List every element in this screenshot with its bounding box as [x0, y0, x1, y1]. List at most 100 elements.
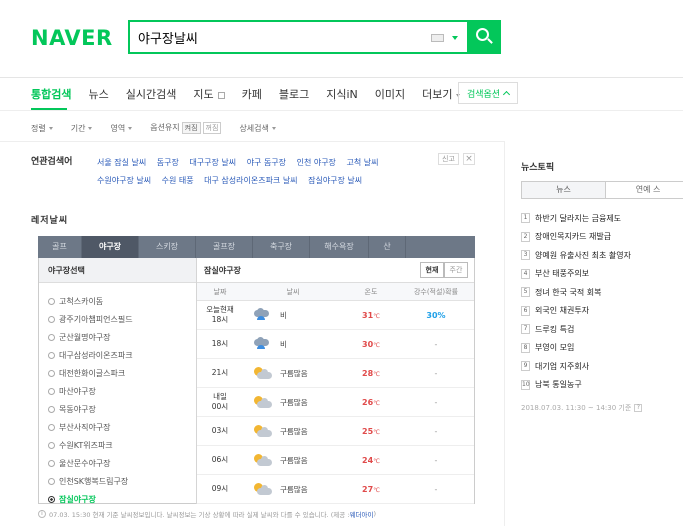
autocomplete-toggle-icon[interactable]	[452, 36, 458, 40]
stadium-option[interactable]: 대전한화이글스파크	[39, 364, 196, 382]
related-keyword[interactable]: 수원 태풍	[162, 176, 194, 185]
rank-number: 8	[521, 342, 530, 353]
forecast-temp: 31℃	[362, 310, 380, 320]
stadium-option[interactable]: 대구삼성라이온즈파크	[39, 346, 196, 364]
forecast-temp: 28℃	[362, 368, 380, 378]
news-topic-item[interactable]: 7 드루킹 특검	[521, 320, 631, 339]
tab-map[interactable]: 지도	[193, 86, 225, 102]
tab-kin[interactable]: 지식iN	[326, 86, 358, 102]
forecast-rain: -	[434, 455, 438, 465]
related-keyword[interactable]: 잠실야구장 날씨	[308, 176, 362, 185]
stadium-option[interactable]: 광주기아챔피언스필드	[39, 310, 196, 328]
news-topic-item[interactable]: 4 부산 태풍주의보	[521, 265, 631, 284]
related-keyword[interactable]: 대구 삼성라이온즈파크 날씨	[204, 176, 297, 185]
news-topic-tab-news[interactable]: 뉴스	[521, 181, 607, 199]
divider	[0, 110, 683, 111]
map-badge-icon	[217, 91, 225, 99]
news-topic-item[interactable]: 1 하반기 달라지는 금융제도	[521, 209, 631, 228]
news-topic-item[interactable]: 6 외국인 채권투자	[521, 302, 631, 321]
related-row-1: 서울 잠실 날씨 돔구장 대구구장 날씨 야구 돔구장 인천 야구장 고척 날씨	[97, 154, 427, 172]
news-topic-item[interactable]: 2 장애인목지카드 재발급	[521, 228, 631, 247]
stadium-option[interactable]: 마산야구장	[39, 382, 196, 400]
view-toggle: 현재 주간	[420, 262, 468, 278]
search-tabs: 통합검색 뉴스 실시간검색 지도 카페 블로그 지식iN 이미지 더보기	[31, 86, 477, 102]
tab-blog[interactable]: 블로그	[279, 86, 309, 102]
chevron-down-icon	[88, 126, 93, 130]
radio-icon	[48, 369, 55, 377]
radio-icon	[48, 351, 55, 359]
close-icon[interactable]: ×	[463, 153, 475, 165]
weather-footnote: i 07.03. 15:30 현재 기준 날씨정보입니다. 날씨정보는 기상 상…	[38, 509, 376, 519]
filter-sort[interactable]: 정렬	[31, 123, 53, 134]
related-keyword[interactable]: 돔구장	[157, 158, 179, 167]
news-topic-item[interactable]: 8 부영이 모임	[521, 339, 631, 358]
leisure-weather-title: 레저날씨	[31, 216, 69, 226]
view-week-button[interactable]: 주간	[444, 262, 468, 278]
tab-realtime[interactable]: 실시간검색	[126, 86, 177, 102]
keyboard-icon[interactable]	[431, 34, 444, 42]
search-input[interactable]	[138, 26, 418, 48]
rank-number: 5	[521, 287, 530, 298]
tab-more[interactable]: 더보기	[422, 86, 460, 102]
rank-number: 7	[521, 324, 530, 335]
news-topic-time: 2018.07.03. 11:30 ~ 14:30 기준?	[521, 403, 643, 413]
weather-tab-soccer[interactable]: 축구장	[253, 236, 310, 258]
stadium-option[interactable]: 수원KT위즈파크	[39, 436, 196, 454]
stadium-option[interactable]: 인천SK행복드림구장	[39, 472, 196, 490]
filter-period[interactable]: 기간	[71, 123, 93, 134]
chevron-down-icon	[128, 126, 133, 130]
stadium-option[interactable]: 부산사직야구장	[39, 418, 196, 436]
news-topic-item[interactable]: 5 정녀 한국 국적 회복	[521, 283, 631, 302]
weather-tab-mountain[interactable]: 산	[369, 236, 406, 258]
report-button[interactable]: 신고	[438, 153, 459, 165]
col-weather: 날씨	[286, 288, 300, 296]
view-now-button[interactable]: 현재	[420, 262, 444, 278]
rank-number: 9	[521, 361, 530, 372]
stadium-option[interactable]: 군산월명야구장	[39, 328, 196, 346]
forecast-row: 18시 비 30℃ -	[197, 330, 474, 359]
related-keyword[interactable]: 고척 날씨	[346, 158, 378, 167]
forecast-time: 06시	[211, 455, 229, 464]
related-keyword[interactable]: 야구 돔구장	[247, 158, 286, 167]
radio-icon	[48, 315, 55, 323]
search-button[interactable]	[467, 20, 501, 54]
divider	[0, 77, 683, 78]
weather-tab-baseball[interactable]: 야구장	[82, 236, 139, 258]
naver-logo[interactable]: NAVER	[31, 26, 113, 50]
stadium-option[interactable]: 목동야구장	[39, 400, 196, 418]
tab-news[interactable]: 뉴스	[88, 86, 108, 102]
filter-area[interactable]: 영역	[110, 123, 133, 134]
related-keyword[interactable]: 서울 잠실 날씨	[97, 158, 146, 167]
stadium-option[interactable]: 울산문수야구장	[39, 454, 196, 472]
col-rain: 강수(적설)확률	[413, 288, 459, 296]
tab-cafe[interactable]: 카페	[242, 86, 262, 102]
filter-detail[interactable]: 상세검색	[239, 123, 276, 134]
tab-image[interactable]: 이미지	[375, 86, 405, 102]
help-icon[interactable]: ?	[634, 404, 643, 412]
search-options-button[interactable]: 검색옵션	[458, 82, 518, 104]
stadium-option[interactable]: 고척스카이돔	[39, 292, 196, 310]
toggle-off-button[interactable]: 꺼짐	[202, 122, 222, 134]
forecast-row: 03시 구름많음 25℃ -	[197, 417, 474, 446]
weather-tab-golf-course[interactable]: 골프장	[196, 236, 253, 258]
news-topic-item[interactable]: 3 양예원 유출사진 최초 촬영자	[521, 246, 631, 265]
stadium-option[interactable]: 잠실야구장	[39, 490, 196, 508]
related-keyword[interactable]: 인천 야구장	[297, 158, 336, 167]
related-keyword[interactable]: 대구구장 날씨	[189, 158, 236, 167]
news-topic-item[interactable]: 10 남북 통일농구	[521, 376, 631, 395]
related-keyword[interactable]: 수원야구장 날씨	[97, 176, 151, 185]
news-topic-item[interactable]: 9 대기업 지주회사	[521, 357, 631, 376]
weather-tab-ski[interactable]: 스키장	[139, 236, 196, 258]
weather-tab-golf[interactable]: 골프	[38, 236, 82, 258]
forecast-weather: 구름많음	[243, 424, 343, 438]
weather-source-link[interactable]: 웨더아이	[350, 509, 374, 519]
forecast-rain: -	[434, 339, 438, 349]
tab-integrated[interactable]: 통합검색	[31, 86, 71, 102]
related-keywords-title: 연관검색어	[31, 157, 73, 167]
toggle-on-button[interactable]: 켜짐	[181, 122, 201, 134]
radio-icon	[48, 297, 55, 305]
stadium-selector-title: 야구장선택	[39, 258, 196, 283]
weather-tab-beach[interactable]: 해수욕장	[310, 236, 369, 258]
news-topic-tab-entertainment[interactable]: 연예 스	[606, 181, 683, 199]
news-topic-list: 1 하반기 달라지는 금융제도 2 장애인목지카드 재발급 3 양예원 유출사진 최초 촬…	[521, 209, 631, 394]
